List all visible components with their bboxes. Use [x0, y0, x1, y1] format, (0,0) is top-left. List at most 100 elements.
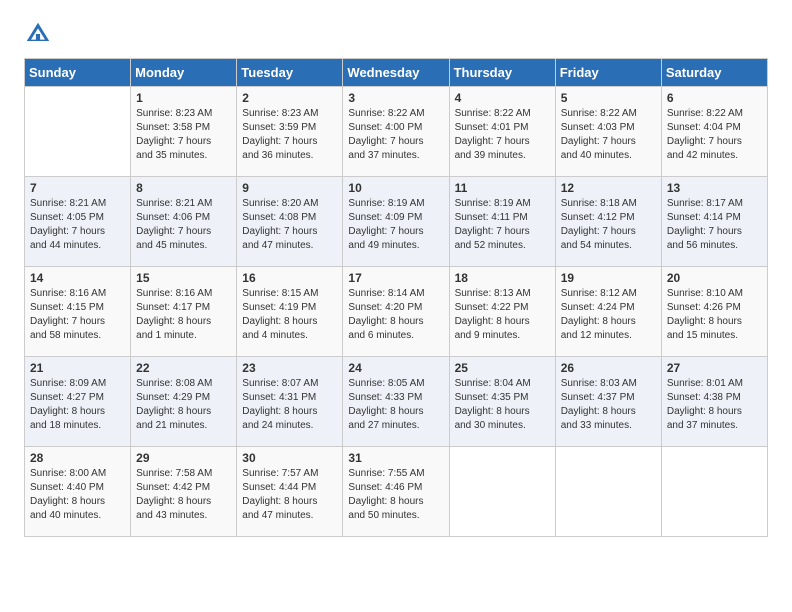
day-number: 24: [348, 361, 443, 375]
day-number: 5: [561, 91, 656, 105]
calendar-cell: 8 Sunrise: 8:21 AM Sunset: 4:06 PM Daylig…: [131, 177, 237, 267]
day-number: 15: [136, 271, 231, 285]
calendar-cell: 23 Sunrise: 8:07 AM Sunset: 4:31 PM Dayli…: [237, 357, 343, 447]
calendar-cell: 20Sunrise: 8:10 AM Sunset: 4:26 PM Dayli…: [661, 267, 767, 357]
day-info: Sunrise: 8:08 AM Sunset: 4:29 PM Dayligh…: [136, 377, 231, 433]
weekday-header-friday: Friday: [555, 59, 661, 87]
day-number: 22: [136, 361, 231, 375]
day-info: Sunrise: 8:16 AM Sunset: 4:17 PM Dayligh…: [136, 287, 231, 343]
day-number: 20: [667, 271, 762, 285]
calendar-cell: 5 Sunrise: 8:22 AM Sunset: 4:03 PM Daylig…: [555, 87, 661, 177]
day-number: 30: [242, 451, 337, 465]
weekday-header-tuesday: Tuesday: [237, 59, 343, 87]
day-info: Sunrise: 8:14 AM Sunset: 4:20 PM Dayligh…: [348, 287, 443, 343]
weekday-header-saturday: Saturday: [661, 59, 767, 87]
calendar-cell: 29 Sunrise: 7:58 AM Sunset: 4:42 PM Dayli…: [131, 447, 237, 537]
calendar-cell: [25, 87, 131, 177]
day-number: 18: [455, 271, 550, 285]
calendar-cell: 22 Sunrise: 8:08 AM Sunset: 4:29 PM Dayli…: [131, 357, 237, 447]
calendar-week-row: 21 Sunrise: 8:09 AM Sunset: 4:27 PM Dayli…: [25, 357, 768, 447]
day-info: Sunrise: 8:20 AM Sunset: 4:08 PM Dayligh…: [242, 197, 337, 253]
calendar-cell: 10 Sunrise: 8:19 AM Sunset: 4:09 PM Dayli…: [343, 177, 449, 267]
day-number: 2: [242, 91, 337, 105]
calendar-cell: 14 Sunrise: 8:16 AM Sunset: 4:15 PM Dayli…: [25, 267, 131, 357]
day-info: Sunrise: 8:09 AM Sunset: 4:27 PM Dayligh…: [30, 377, 125, 433]
day-number: 4: [455, 91, 550, 105]
day-number: 17: [348, 271, 443, 285]
day-number: 14: [30, 271, 125, 285]
calendar-cell: 16 Sunrise: 8:15 AM Sunset: 4:19 PM Dayli…: [237, 267, 343, 357]
calendar-cell: 19 Sunrise: 8:12 AM Sunset: 4:24 PM Dayli…: [555, 267, 661, 357]
day-info: Sunrise: 8:15 AM Sunset: 4:19 PM Dayligh…: [242, 287, 337, 343]
day-number: 19: [561, 271, 656, 285]
day-number: 1: [136, 91, 231, 105]
logo-icon: [24, 20, 52, 48]
day-info: Sunrise: 8:01 AM Sunset: 4:38 PM Dayligh…: [667, 377, 762, 433]
day-number: 16: [242, 271, 337, 285]
header: [24, 20, 768, 48]
day-info: Sunrise: 8:18 AM Sunset: 4:12 PM Dayligh…: [561, 197, 656, 253]
calendar-week-row: 28 Sunrise: 8:00 AM Sunset: 4:40 PM Dayli…: [25, 447, 768, 537]
day-info: Sunrise: 8:19 AM Sunset: 4:09 PM Dayligh…: [348, 197, 443, 253]
day-info: Sunrise: 8:16 AM Sunset: 4:15 PM Dayligh…: [30, 287, 125, 343]
day-info: Sunrise: 8:17 AM Sunset: 4:14 PM Dayligh…: [667, 197, 762, 253]
calendar-week-row: 7Sunrise: 8:21 AM Sunset: 4:05 PM Daylig…: [25, 177, 768, 267]
calendar-cell: 2 Sunrise: 8:23 AM Sunset: 3:59 PM Daylig…: [237, 87, 343, 177]
calendar-cell: 27 Sunrise: 8:01 AM Sunset: 4:38 PM Dayli…: [661, 357, 767, 447]
calendar-cell: 24 Sunrise: 8:05 AM Sunset: 4:33 PM Dayli…: [343, 357, 449, 447]
calendar-cell: 17 Sunrise: 8:14 AM Sunset: 4:20 PM Dayli…: [343, 267, 449, 357]
day-number: 28: [30, 451, 125, 465]
page-container: SundayMondayTuesdayWednesdayThursdayFrid…: [24, 20, 768, 537]
day-number: 6: [667, 91, 762, 105]
day-info: Sunrise: 8:23 AM Sunset: 3:58 PM Dayligh…: [136, 107, 231, 163]
day-info: Sunrise: 8:04 AM Sunset: 4:35 PM Dayligh…: [455, 377, 550, 433]
day-number: 27: [667, 361, 762, 375]
day-number: 11: [455, 181, 550, 195]
calendar-cell: 18 Sunrise: 8:13 AM Sunset: 4:22 PM Dayli…: [449, 267, 555, 357]
day-info: Sunrise: 8:07 AM Sunset: 4:31 PM Dayligh…: [242, 377, 337, 433]
day-number: 26: [561, 361, 656, 375]
calendar-cell: 28 Sunrise: 8:00 AM Sunset: 4:40 PM Dayli…: [25, 447, 131, 537]
day-number: 12: [561, 181, 656, 195]
day-number: 8: [136, 181, 231, 195]
calendar-cell: 25 Sunrise: 8:04 AM Sunset: 4:35 PM Dayli…: [449, 357, 555, 447]
day-number: 31: [348, 451, 443, 465]
day-info: Sunrise: 8:05 AM Sunset: 4:33 PM Dayligh…: [348, 377, 443, 433]
day-info: Sunrise: 8:21 AM Sunset: 4:06 PM Dayligh…: [136, 197, 231, 253]
weekday-header-row: SundayMondayTuesdayWednesdayThursdayFrid…: [25, 59, 768, 87]
calendar-cell: 11 Sunrise: 8:19 AM Sunset: 4:11 PM Dayli…: [449, 177, 555, 267]
calendar-cell: [555, 447, 661, 537]
calendar-cell: 3 Sunrise: 8:22 AM Sunset: 4:00 PM Daylig…: [343, 87, 449, 177]
day-info: Sunrise: 8:12 AM Sunset: 4:24 PM Dayligh…: [561, 287, 656, 343]
day-number: 23: [242, 361, 337, 375]
day-info: Sunrise: 8:19 AM Sunset: 4:11 PM Dayligh…: [455, 197, 550, 253]
day-number: 3: [348, 91, 443, 105]
day-info: Sunrise: 7:58 AM Sunset: 4:42 PM Dayligh…: [136, 467, 231, 523]
day-info: Sunrise: 8:23 AM Sunset: 3:59 PM Dayligh…: [242, 107, 337, 163]
day-info: Sunrise: 8:00 AM Sunset: 4:40 PM Dayligh…: [30, 467, 125, 523]
logo: [24, 20, 56, 48]
day-info: Sunrise: 8:03 AM Sunset: 4:37 PM Dayligh…: [561, 377, 656, 433]
day-info: Sunrise: 8:22 AM Sunset: 4:03 PM Dayligh…: [561, 107, 656, 163]
day-info: Sunrise: 8:22 AM Sunset: 4:04 PM Dayligh…: [667, 107, 762, 163]
calendar-cell: 12 Sunrise: 8:18 AM Sunset: 4:12 PM Dayli…: [555, 177, 661, 267]
calendar-cell: 30 Sunrise: 7:57 AM Sunset: 4:44 PM Dayli…: [237, 447, 343, 537]
calendar-cell: [449, 447, 555, 537]
calendar-cell: [661, 447, 767, 537]
calendar-cell: 6 Sunrise: 8:22 AM Sunset: 4:04 PM Daylig…: [661, 87, 767, 177]
calendar-cell: 1 Sunrise: 8:23 AM Sunset: 3:58 PM Daylig…: [131, 87, 237, 177]
calendar-cell: 31 Sunrise: 7:55 AM Sunset: 4:46 PM Dayli…: [343, 447, 449, 537]
day-info: Sunrise: 7:55 AM Sunset: 4:46 PM Dayligh…: [348, 467, 443, 523]
day-number: 21: [30, 361, 125, 375]
day-info: Sunrise: 8:22 AM Sunset: 4:01 PM Dayligh…: [455, 107, 550, 163]
day-number: 10: [348, 181, 443, 195]
day-info: Sunrise: 8:22 AM Sunset: 4:00 PM Dayligh…: [348, 107, 443, 163]
weekday-header-wednesday: Wednesday: [343, 59, 449, 87]
day-number: 25: [455, 361, 550, 375]
calendar-cell: 4 Sunrise: 8:22 AM Sunset: 4:01 PM Daylig…: [449, 87, 555, 177]
day-number: 29: [136, 451, 231, 465]
day-info: Sunrise: 7:57 AM Sunset: 4:44 PM Dayligh…: [242, 467, 337, 523]
calendar-cell: 15 Sunrise: 8:16 AM Sunset: 4:17 PM Dayli…: [131, 267, 237, 357]
calendar-cell: 21 Sunrise: 8:09 AM Sunset: 4:27 PM Dayli…: [25, 357, 131, 447]
day-info: Sunrise: 8:13 AM Sunset: 4:22 PM Dayligh…: [455, 287, 550, 343]
